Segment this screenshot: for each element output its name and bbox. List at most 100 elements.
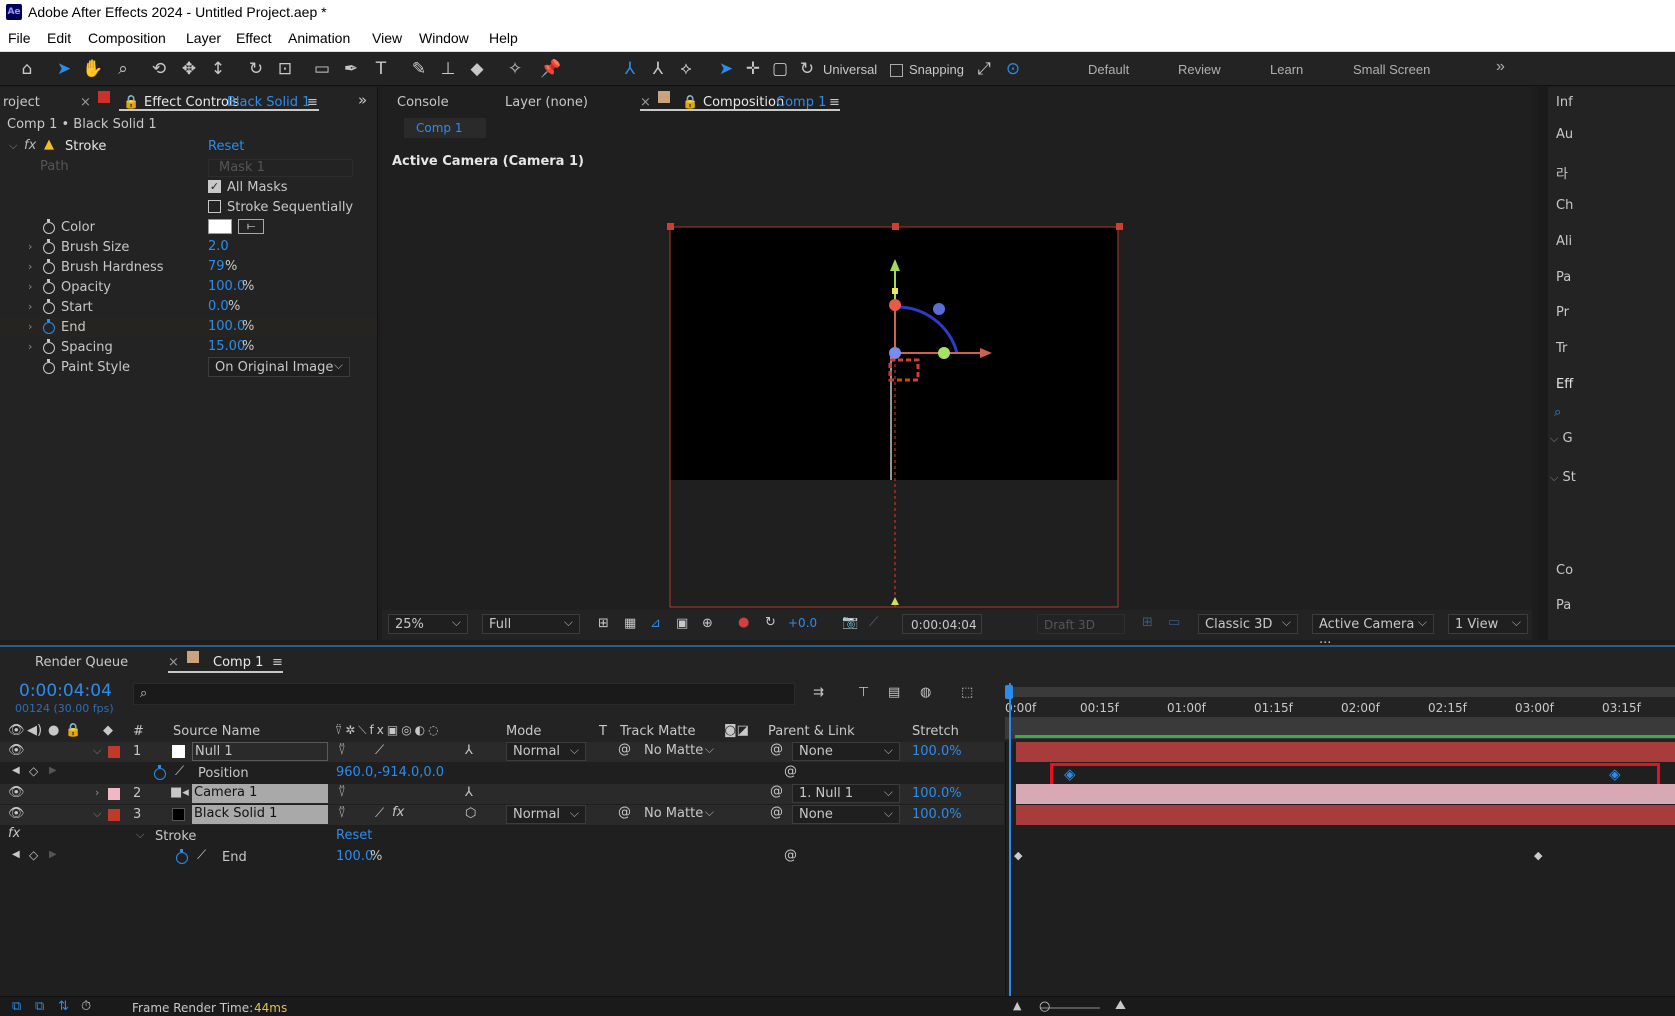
property-value[interactable]: 100.0 [208,319,245,334]
orbit-camera-icon[interactable]: ⟲ [148,58,170,80]
stopwatch-icon[interactable] [43,359,55,374]
prev-keyframe-icon[interactable]: ◀ [12,765,20,776]
workspace-learn[interactable]: Learn [1270,62,1303,77]
solo-icon[interactable]: ● [48,723,59,738]
eye-icon[interactable]: 👁 [8,743,25,758]
renderer-dropdown[interactable]: Classic 3D [1198,614,1298,634]
view-axis-icon[interactable]: ⟡ [675,58,697,80]
clone-stamp-icon[interactable]: ⊥ [437,58,459,80]
layer-row[interactable]: 👁 › 2 ■◂ Camera 1 ⍢ ⅄ @ 1. Null 1 100.0% [0,784,1004,804]
snap-options-icon[interactable]: ⤢ [973,58,995,80]
audio-icon[interactable]: ◀) [27,723,42,738]
close-tab-icon[interactable]: × [80,95,91,110]
menu-animation[interactable]: Animation [288,30,350,46]
frame-blending-icon[interactable]: ▤ [888,685,900,700]
layer-label-color[interactable] [108,746,120,758]
eraser-tool-icon[interactable]: ◆ [466,58,488,80]
grid-guides-icon[interactable]: ⊕ [702,616,713,631]
keyframe-position[interactable]: ◈ [1609,765,1621,783]
chevron-down-icon[interactable]: ⌵ [1550,432,1558,446]
position-value[interactable]: 960.0,-914.0,0.0 [336,765,444,780]
quality-switch-icon[interactable]: ⟋ [375,806,384,821]
pen-tool-icon[interactable]: ✒ [340,58,362,80]
eye-icon[interactable]: 👁 [8,806,25,821]
selection-tool-icon[interactable]: ➤ [53,58,75,80]
snapping-checkbox[interactable] [890,64,903,77]
dolly-camera-icon[interactable]: ↕ [207,58,229,80]
tab-project[interactable]: roject [3,95,40,110]
stroke-sequentially-checkbox[interactable] [208,200,221,213]
render-time-icon[interactable]: ⏱ [81,999,91,1014]
resolution-dropdown[interactable]: Full [482,614,580,634]
eye-icon[interactable]: 👁 [8,723,25,738]
parent-pickwhip-icon[interactable]: @ [770,784,783,799]
info-tab[interactable]: Inf [1556,95,1573,110]
parent-dropdown[interactable]: None [792,742,900,761]
properties-tab[interactable]: Pr [1556,305,1569,320]
matte-pickwhip-icon[interactable]: @ [618,742,631,757]
add-keyframe-icon[interactable]: ◇ [29,848,38,862]
reset-link[interactable]: Reset [336,828,372,843]
playhead[interactable] [1009,683,1011,1007]
chevron-right-icon[interactable]: › [28,240,32,253]
workspace-default[interactable]: Default [1088,62,1129,77]
layer-label-color[interactable] [108,809,120,821]
3d-ground-plane-icon[interactable]: ▭ [1168,615,1180,630]
anchor-point-tool-icon[interactable]: ⊡ [274,58,296,80]
menu-view[interactable]: View [372,30,402,46]
comp-viewer[interactable] [382,87,1532,610]
work-area-bar[interactable] [1005,687,1675,697]
matte-pickwhip-icon[interactable]: @ [618,805,631,820]
zoom-tool-icon[interactable]: ⌕ [112,58,134,80]
eyedropper-icon[interactable]: ⟝ [238,219,264,234]
layer-row[interactable]: 👁 ⌵ 3 Black Solid 1 ⍢ ⟋ fx ⬡ Normal @ No… [0,805,1004,825]
zoom-slider-thumb[interactable]: ○ [1039,999,1050,1014]
libraries-tab[interactable]: 라 [1556,163,1568,182]
all-masks-checkbox[interactable]: ✓ [208,180,221,193]
property-value[interactable]: 79 [208,259,225,274]
expression-pickwhip-icon[interactable]: @ [784,764,797,779]
chevron-right-icon[interactable]: › [28,300,32,313]
shy-switch-icon[interactable]: ⍢ [338,806,346,821]
workspace-review[interactable]: Review [1178,62,1221,77]
chevron-right-icon[interactable]: › [28,280,32,293]
label-tag-icon[interactable]: ◆ [103,723,113,738]
layer-label-color[interactable] [108,788,120,800]
fx-icon[interactable]: fx [24,138,36,153]
chevron-down-icon[interactable]: ⌵ [1550,471,1558,485]
show-snapshot-icon[interactable]: ⟋ [869,615,878,630]
in-out-icon[interactable]: ⇅ [58,999,69,1014]
reset-link[interactable]: Reset [208,139,244,154]
menu-window[interactable]: Window [419,30,469,46]
track-matte-dropdown[interactable]: No Matte [640,805,720,824]
local-axis-icon[interactable]: ⅄ [619,58,641,80]
stopwatch-icon[interactable] [43,219,55,234]
zoom-in-icon[interactable]: ⛰ [1115,998,1126,1013]
prev-keyframe-icon[interactable]: ◀ [12,849,20,860]
quality-switch-icon[interactable]: ⟋ [375,743,384,758]
parent-pickwhip-icon[interactable]: @ [770,742,783,757]
menu-effect[interactable]: Effect [236,30,272,46]
mask-visibility-icon[interactable]: ⊿ [650,616,661,631]
exposure-value[interactable]: +0.0 [788,616,817,630]
current-time-display[interactable]: 0:00:04:04 [902,614,982,634]
extended-viewer-icon[interactable]: ⊞ [1142,615,1153,630]
paragraph-tab[interactable]: Pa [1556,270,1571,285]
view-layout-dropdown[interactable]: 1 View [1448,614,1528,634]
lock-icon[interactable]: 🔒 [65,723,81,738]
search-icon[interactable]: ⌕ [1554,405,1561,420]
layer-bar-solid[interactable] [1016,805,1675,825]
snap-feature-icon[interactable]: ⊙ [1002,58,1024,80]
stretch-value[interactable]: 100.0% [912,807,962,822]
timeline-tracks[interactable]: ◈ ◈ ◆ ◆ [1005,742,1675,1002]
graph-icon[interactable]: ⟋ [175,764,184,779]
stretch-value[interactable]: 100.0% [912,744,962,759]
zoom-out-icon[interactable]: ▲ [1013,999,1021,1012]
blend-mode-dropdown[interactable]: Normal [506,742,586,761]
pan-camera-icon[interactable]: ✥ [178,58,200,80]
transfer-controls-icon[interactable]: ⧉ [35,999,44,1014]
source-name-header[interactable]: Source Name [173,724,260,739]
layer-row[interactable]: 👁 ⌵ 1 Null 1 ⍢ ⟋ ⅄ Normal @ No Matte @ N… [0,742,1004,762]
layer-bar-camera[interactable] [1016,784,1675,804]
menu-help[interactable]: Help [489,30,518,46]
